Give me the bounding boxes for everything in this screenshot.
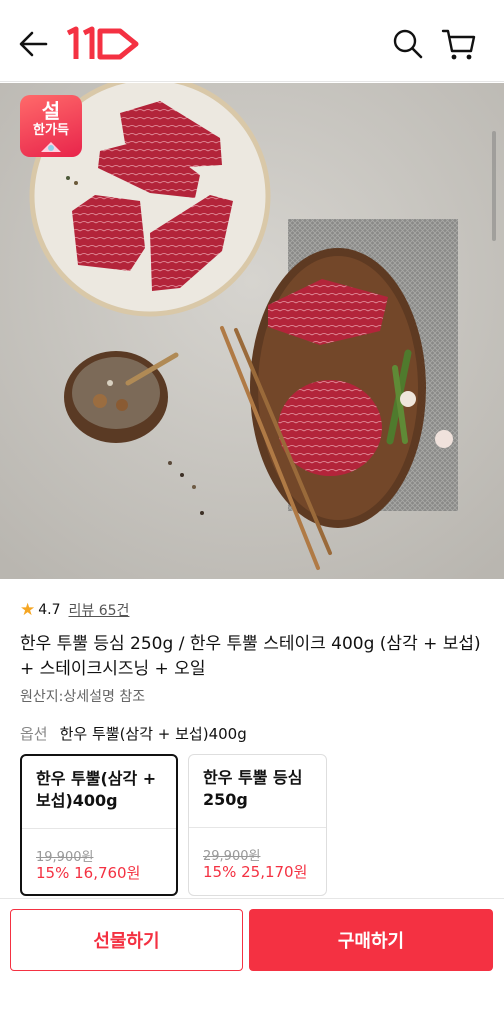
promo-badge-line1: 설 [41, 99, 61, 123]
option-card[interactable]: 한우 투뿔 등심 250g 29,900원 15% 25,170원 [188, 754, 327, 896]
star-icon: ★ [20, 600, 36, 620]
option-summary: 옵션 한우 투뿔(삼각 + 보섭)400g [20, 723, 247, 744]
rating-value: 4.7 [38, 602, 61, 618]
product-image[interactable]: 설 한가득 [0, 83, 504, 579]
cart-icon [441, 29, 476, 60]
cart-button[interactable] [438, 24, 480, 64]
product-title: 한우 투뿔 등심 250g / 한우 투뿔 스테이크 400g (삼각 + 보섭… [20, 634, 481, 679]
flower-icon [41, 142, 61, 152]
option-label: 옵션 [20, 725, 48, 743]
logo-mark [66, 26, 139, 60]
review-count-link[interactable]: 리뷰 65건 [69, 600, 130, 620]
arrow-left-icon [19, 31, 48, 57]
option-divider [189, 827, 326, 828]
option-selected-value: 한우 투뿔(삼각 + 보섭)400g [59, 725, 247, 743]
rating-row: ★ 4.7 리뷰 65건 [20, 600, 129, 620]
option-sale-price: 15% 25,170원 [203, 863, 308, 881]
seollal-promo-badge: 설 한가득 [20, 95, 82, 157]
origin-text: 원산지:상세설명 참조 [20, 689, 146, 705]
bottom-action-bar: 선물하기 구매하기 [0, 898, 504, 1024]
image-scroll-indicator [492, 131, 496, 241]
buy-button[interactable]: 구매하기 [249, 909, 493, 971]
promo-badge-line2: 한가득 [33, 123, 69, 138]
option-divider [22, 828, 176, 829]
search-icon [393, 29, 423, 59]
option-name: 한우 투뿔 등심 250g [203, 768, 303, 809]
top-header [0, 0, 504, 82]
steak-photo [0, 83, 504, 579]
gift-button[interactable]: 선물하기 [10, 909, 243, 971]
back-button[interactable] [14, 24, 54, 64]
option-card-selected[interactable]: 한우 투뿔(삼각 + 보섭)400g 19,900원 15% 16,760원 [20, 754, 178, 896]
option-name: 한우 투뿔(삼각 + 보섭)400g [36, 769, 157, 810]
search-button[interactable] [388, 24, 428, 64]
option-sale-price: 15% 16,760원 [36, 864, 141, 882]
eleven-street-logo[interactable] [64, 24, 144, 64]
